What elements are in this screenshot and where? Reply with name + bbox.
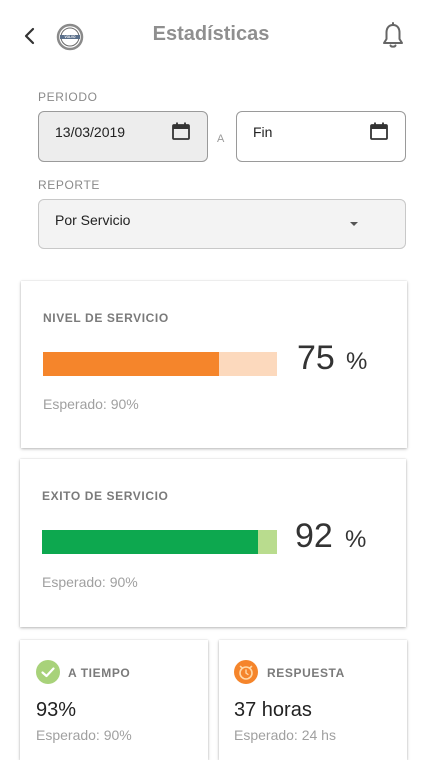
bell-icon[interactable] <box>380 22 406 50</box>
reporte-selected-value: Por Servicio <box>55 212 131 228</box>
exito-value: 92 <box>295 517 333 555</box>
respuesta-value: 37 horas <box>234 699 312 721</box>
page-title: Estadísticas <box>152 23 270 45</box>
end-date-field[interactable]: Fin <box>236 111 406 162</box>
exito-servicio-title: EXITO DE SERVICIO <box>42 489 169 503</box>
exito-progress-fill <box>42 530 259 554</box>
nivel-expected: Esperado: 90% <box>43 396 139 412</box>
exito-expected: Esperado: 90% <box>42 574 138 590</box>
alarm-clock-icon <box>234 660 258 684</box>
reporte-label: REPORTE <box>38 178 100 192</box>
periodo-label: PERIODO <box>38 90 98 104</box>
date-separator: A <box>217 133 225 145</box>
dropdown-arrow-icon <box>350 222 358 226</box>
nivel-value: 75 <box>297 339 335 377</box>
a-tiempo-card: A TIEMPO 93% Esperado: 90% <box>20 640 208 760</box>
respuesta-title: RESPUESTA <box>267 666 345 680</box>
exito-progress-bar <box>42 530 277 554</box>
check-icon <box>36 660 60 684</box>
a-tiempo-value: 93% <box>36 699 77 721</box>
a-tiempo-expected: Esperado: 90% <box>36 727 132 743</box>
app-header: VOLVO Estadísticas <box>0 0 422 72</box>
nivel-progress-bar <box>43 352 277 376</box>
respuesta-expected: Esperado: 24 hs <box>234 727 336 743</box>
respuesta-card: RESPUESTA 37 horas Esperado: 24 hs <box>219 640 407 760</box>
end-date-value: Fin <box>253 124 273 140</box>
nivel-progress-fill <box>43 352 219 376</box>
exito-unit: % <box>345 526 367 553</box>
start-date-field[interactable]: 13/03/2019 <box>38 111 208 162</box>
calendar-icon[interactable] <box>369 121 389 141</box>
start-date-value: 13/03/2019 <box>55 124 126 140</box>
exito-servicio-card: EXITO DE SERVICIO 92 % Esperado: 90% <box>20 459 406 627</box>
reporte-select[interactable]: Por Servicio <box>38 199 406 249</box>
nivel-unit: % <box>346 348 368 375</box>
a-tiempo-title: A TIEMPO <box>68 666 131 680</box>
nivel-servicio-card: NIVEL DE SERVICIO 75 % Esperado: 90% <box>21 281 407 448</box>
calendar-icon[interactable] <box>171 121 191 141</box>
nivel-servicio-title: NIVEL DE SERVICIO <box>43 311 169 325</box>
